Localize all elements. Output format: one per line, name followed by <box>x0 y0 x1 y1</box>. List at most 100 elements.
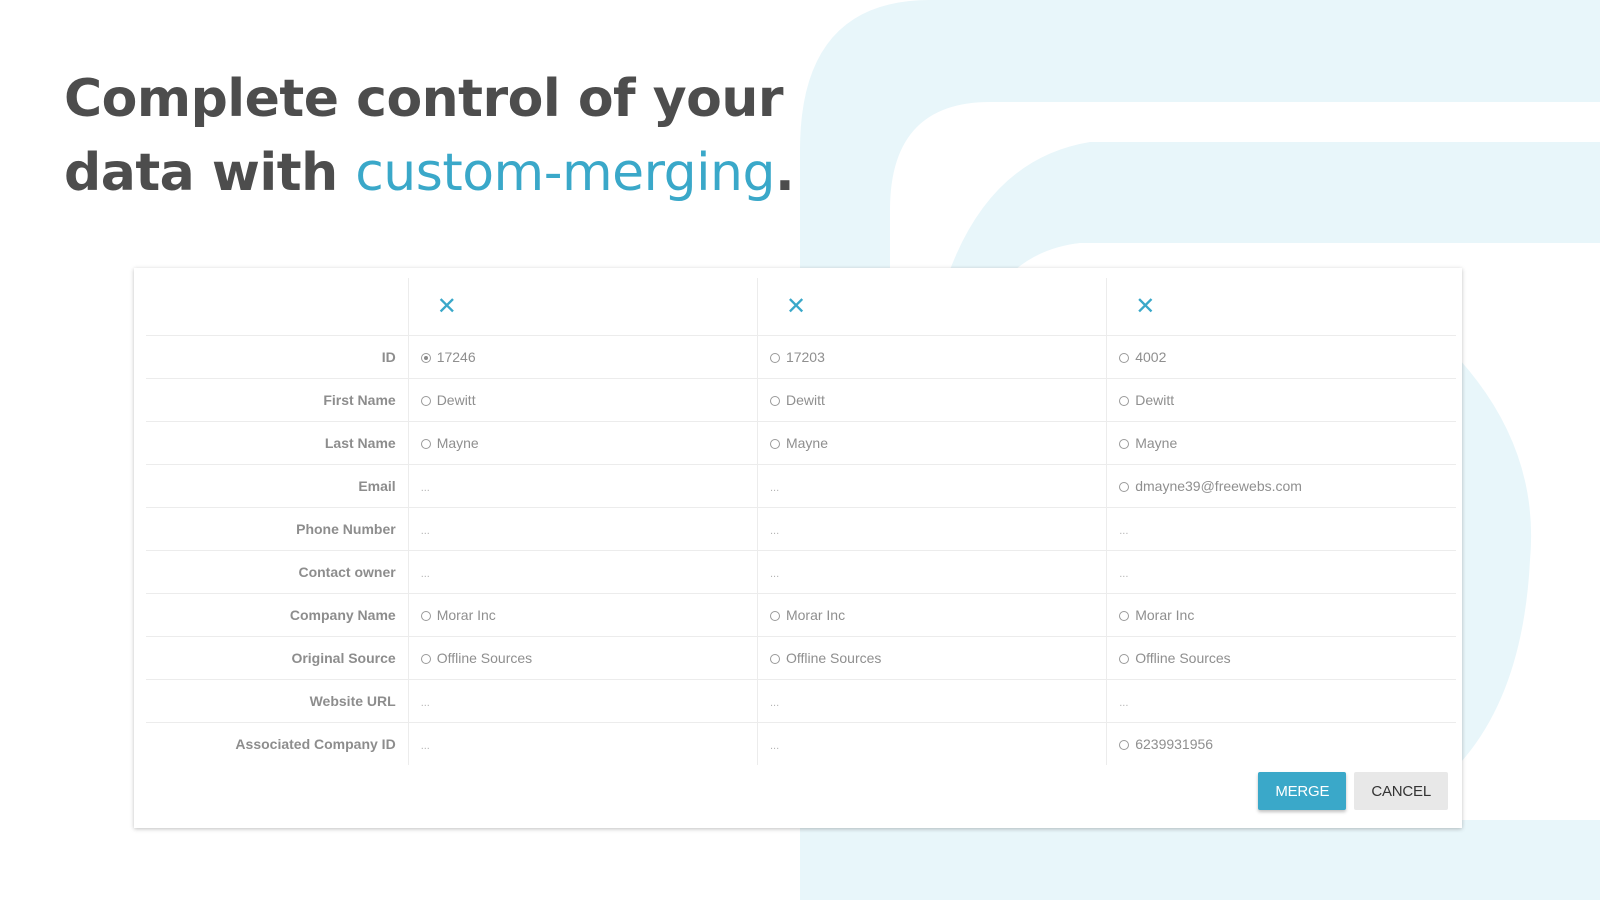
empty-value: ... <box>420 568 430 580</box>
empty-value: ... <box>769 482 780 494</box>
table-row: First Name Dewitt Dewitt Dewitt <box>146 378 1456 422</box>
field-value: Offline Sources <box>785 650 882 666</box>
merge-table: ✕ ✕ ✕ ID 17246 17203 4002 First Name Dewitt Dewit… <box>146 278 1456 765</box>
field-value-cell[interactable]: Offline Sources <box>756 636 1107 680</box>
field-value: dmayne39@freewebs.com <box>1135 478 1302 494</box>
field-value-cell: ... <box>1106 679 1456 723</box>
page-headline: Complete control of your data with custo… <box>64 62 795 210</box>
radio-unselected-icon[interactable] <box>769 439 780 449</box>
field-value: 17246 <box>436 349 476 365</box>
radio-unselected-icon[interactable] <box>1119 439 1130 449</box>
headline-line-1: Complete control of your <box>64 69 784 129</box>
field-value: Mayne <box>785 435 828 451</box>
field-value-cell: ... <box>407 722 758 765</box>
table-row: Company Name Morar Inc Morar Inc Morar Inc <box>146 593 1456 637</box>
empty-value: ... <box>769 697 780 709</box>
column-header-row: ✕ ✕ ✕ <box>146 278 1456 336</box>
radio-unselected-icon[interactable] <box>1119 611 1130 621</box>
header-spacer <box>146 278 408 336</box>
field-value: Morar Inc <box>436 607 496 623</box>
field-value-cell[interactable]: Dewitt <box>1106 378 1456 422</box>
radio-unselected-icon[interactable] <box>420 654 431 664</box>
field-label: Original Source <box>146 636 409 680</box>
field-value-cell[interactable]: Morar Inc <box>1106 593 1456 637</box>
field-value-cell[interactable]: Offline Sources <box>1106 636 1456 680</box>
column-header-2: ✕ <box>756 278 1107 336</box>
field-label: Email <box>146 464 409 508</box>
field-label: Company Name <box>146 593 409 637</box>
empty-value: ... <box>1119 568 1129 580</box>
field-value-cell: ... <box>756 507 1107 551</box>
field-value: Dewitt <box>785 392 825 408</box>
field-value: 17203 <box>785 349 825 365</box>
field-value: Offline Sources <box>436 650 533 666</box>
field-value: Offline Sources <box>1135 650 1231 666</box>
empty-value: ... <box>769 568 780 580</box>
merge-button[interactable]: MERGE <box>1258 772 1347 810</box>
empty-value: ... <box>769 740 780 752</box>
field-value-cell: ... <box>1106 550 1456 594</box>
headline-accent: custom-merging <box>355 143 776 203</box>
field-value-cell[interactable]: Morar Inc <box>407 593 758 637</box>
radio-unselected-icon[interactable] <box>769 654 780 664</box>
field-value-cell[interactable]: Mayne <box>1106 421 1456 465</box>
field-value-cell[interactable]: Dewitt <box>407 378 758 422</box>
radio-selected-icon[interactable] <box>420 353 431 363</box>
field-value: 6239931956 <box>1135 736 1214 752</box>
radio-unselected-icon[interactable] <box>769 611 780 621</box>
field-value-cell[interactable]: Mayne <box>407 421 758 465</box>
field-value-cell: ... <box>1106 507 1456 551</box>
empty-value: ... <box>420 482 430 494</box>
field-value: Mayne <box>436 435 479 451</box>
field-value: Mayne <box>1135 435 1178 451</box>
field-label: Associated Company ID <box>146 722 409 765</box>
field-value-cell[interactable]: Mayne <box>756 421 1107 465</box>
radio-unselected-icon[interactable] <box>1119 654 1130 664</box>
field-value-cell[interactable]: dmayne39@freewebs.com <box>1106 464 1456 508</box>
remove-record-1-close-icon[interactable]: ✕ <box>421 294 457 319</box>
field-value-cell: ... <box>407 550 758 594</box>
table-row: Last Name Mayne Mayne Mayne <box>146 421 1456 465</box>
radio-unselected-icon[interactable] <box>1119 482 1130 492</box>
empty-value: ... <box>420 740 430 752</box>
field-value-cell[interactable]: Offline Sources <box>407 636 758 680</box>
field-value-cell: ... <box>407 464 758 508</box>
table-row: Contact owner......... <box>146 550 1456 594</box>
field-value-cell: ... <box>407 507 758 551</box>
field-value-cell[interactable]: Morar Inc <box>756 593 1107 637</box>
empty-value: ... <box>769 525 780 537</box>
field-label: Last Name <box>146 421 409 465</box>
remove-record-2-close-icon[interactable]: ✕ <box>770 294 806 319</box>
radio-unselected-icon[interactable] <box>769 396 780 406</box>
field-value-cell[interactable]: 6239931956 <box>1106 722 1456 765</box>
headline-prefix: data with <box>64 143 356 203</box>
radio-unselected-icon[interactable] <box>769 353 780 363</box>
field-value: Morar Inc <box>1135 607 1195 623</box>
remove-record-3-close-icon[interactable]: ✕ <box>1119 294 1155 319</box>
field-label: First Name <box>146 378 409 422</box>
field-value-cell[interactable]: Dewitt <box>756 378 1107 422</box>
field-value-cell: ... <box>756 550 1107 594</box>
field-value-cell[interactable]: 4002 <box>1106 335 1456 379</box>
radio-unselected-icon[interactable] <box>420 396 431 406</box>
field-label: Website URL <box>146 679 409 723</box>
column-header-3: ✕ <box>1106 278 1456 336</box>
radio-unselected-icon[interactable] <box>1119 353 1130 363</box>
table-row: ID 17246 17203 4002 <box>146 335 1456 379</box>
field-value-cell[interactable]: 17203 <box>756 335 1107 379</box>
radio-unselected-icon[interactable] <box>420 439 431 449</box>
radio-unselected-icon[interactable] <box>420 611 431 621</box>
cancel-button[interactable]: CANCEL <box>1354 772 1448 810</box>
field-value-cell: ... <box>756 722 1107 765</box>
column-header-1: ✕ <box>407 278 758 336</box>
radio-unselected-icon[interactable] <box>1119 740 1130 750</box>
radio-unselected-icon[interactable] <box>1119 396 1130 406</box>
table-row: Email...... dmayne39@freewebs.com <box>146 464 1456 508</box>
table-row: Original Source Offline Sources Offline So… <box>146 636 1456 680</box>
field-label: Phone Number <box>146 507 409 551</box>
field-value-cell: ... <box>756 464 1107 508</box>
field-value: Dewitt <box>1135 392 1175 408</box>
dialog-actions: MERGE CANCEL <box>1258 772 1448 810</box>
field-value-cell[interactable]: 17246 <box>407 335 758 379</box>
empty-value: ... <box>1119 525 1129 537</box>
